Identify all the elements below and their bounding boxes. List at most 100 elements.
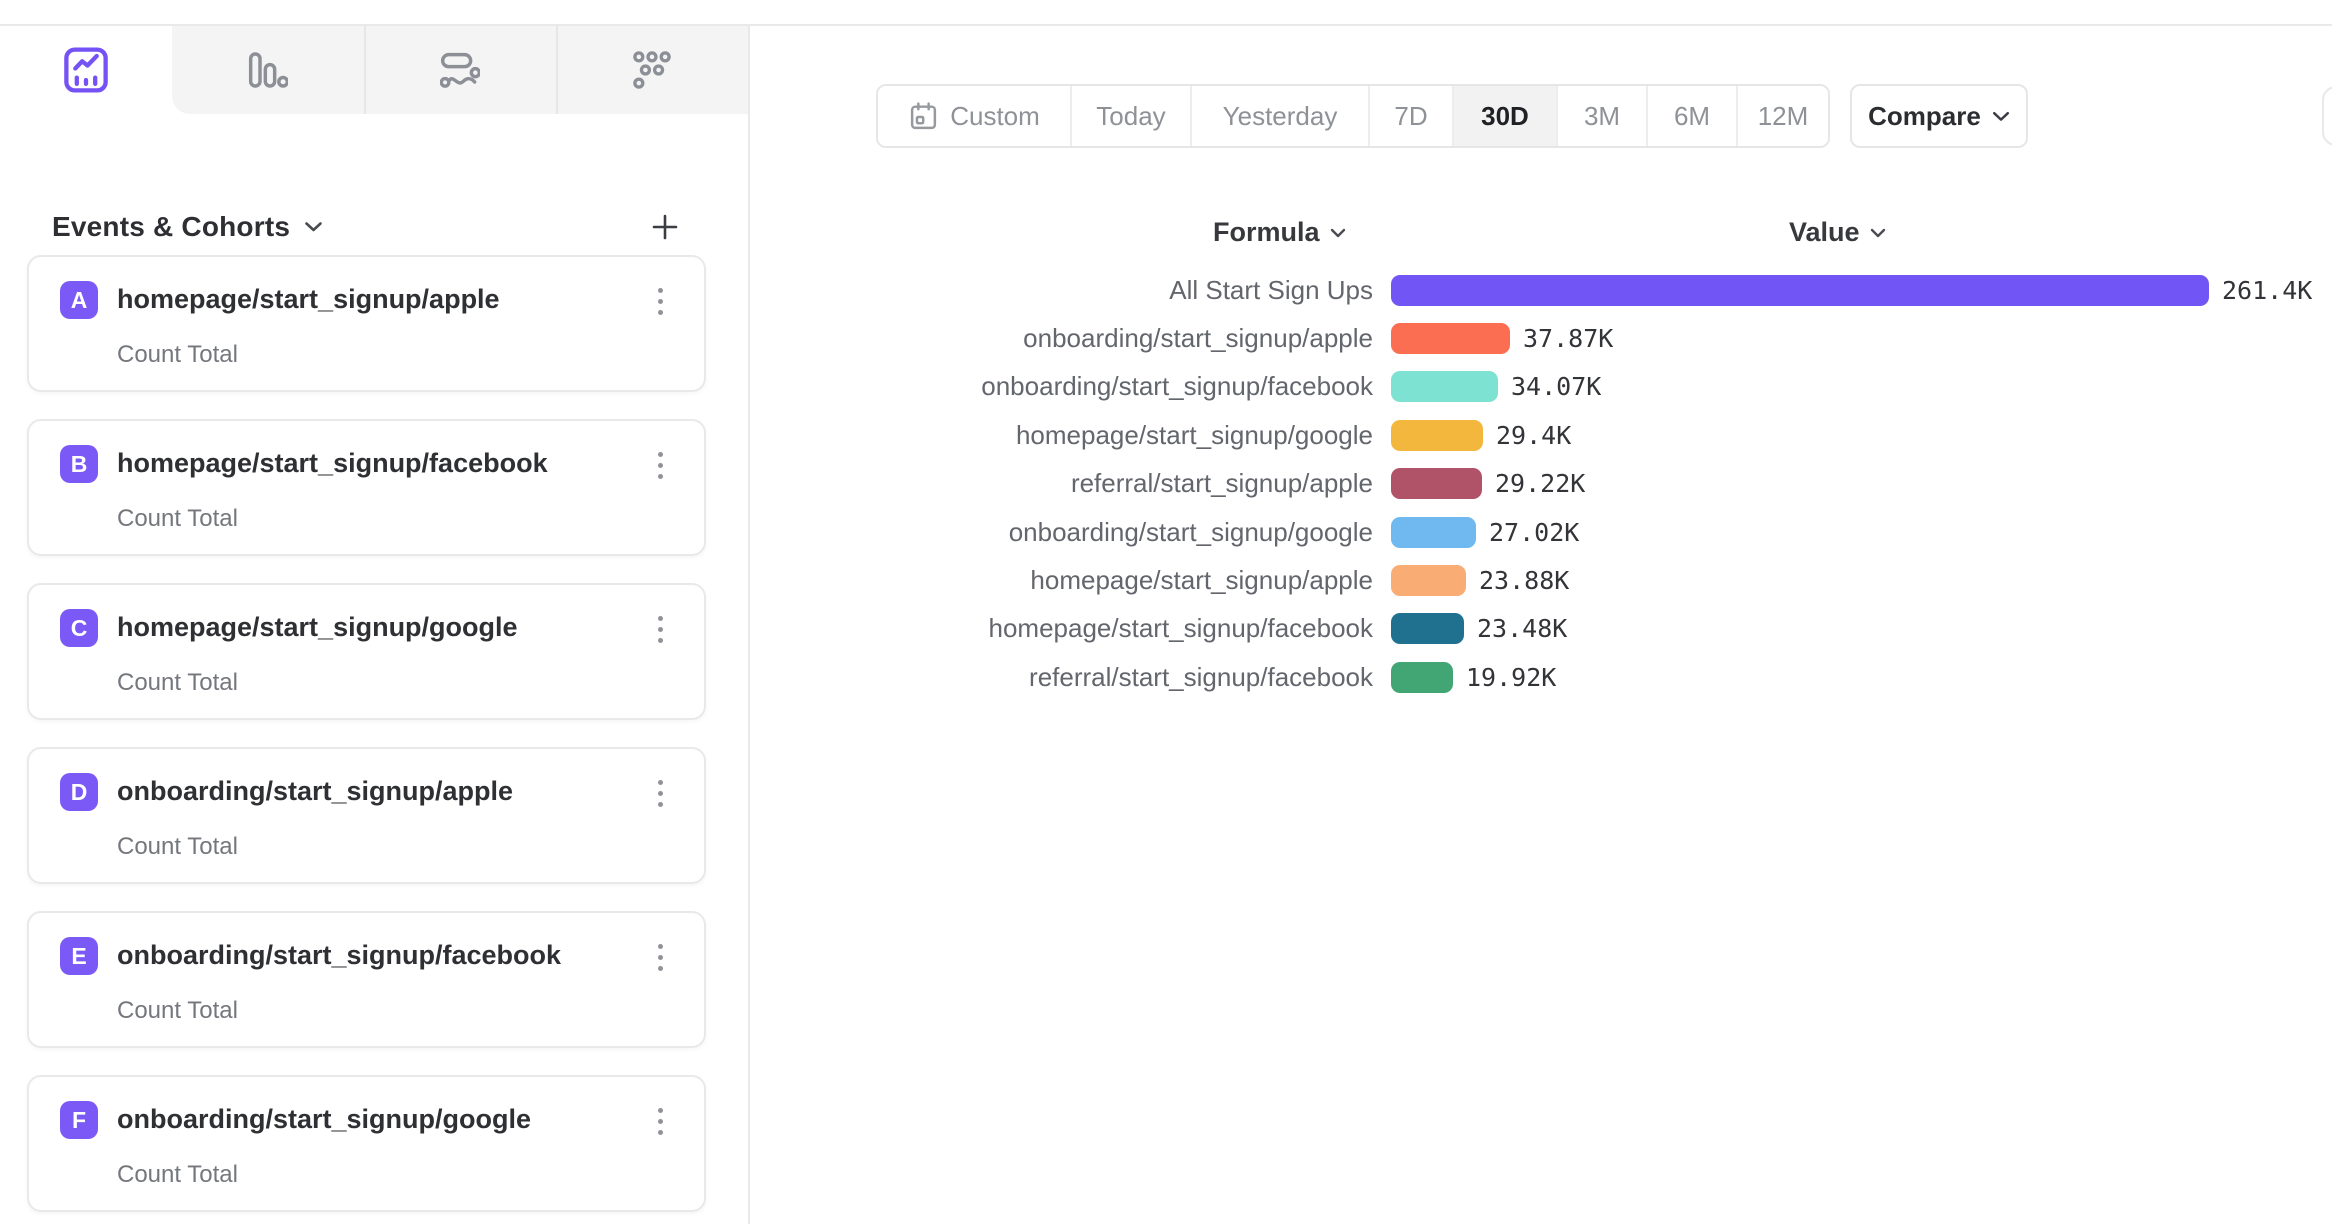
chart-row-label: onboarding/start_signup/facebook — [930, 371, 1373, 402]
value-column-header[interactable]: Value — [1789, 217, 1886, 248]
value-header-label: Value — [1789, 217, 1860, 248]
tab-retention[interactable] — [556, 26, 748, 114]
event-card[interactable]: F onboarding/start_signup/google Count T… — [27, 1075, 706, 1212]
date-range-option-label: 30D — [1481, 101, 1529, 132]
chart-row-label: All Start Sign Ups — [930, 275, 1373, 306]
date-range-option-label: 7D — [1394, 101, 1427, 132]
kebab-menu-button[interactable] — [640, 1097, 680, 1145]
add-event-button[interactable] — [642, 204, 688, 250]
date-range-option-today[interactable]: Today — [1072, 86, 1192, 146]
kebab-menu-button[interactable] — [640, 277, 680, 325]
event-card[interactable]: E onboarding/start_signup/facebook Count… — [27, 911, 706, 1048]
chart-row-value: 34.07K — [1511, 372, 1601, 401]
kebab-menu-button[interactable] — [640, 605, 680, 653]
chart-row-value: 23.88K — [1479, 566, 1569, 595]
formula-header-label: Formula — [1213, 217, 1320, 248]
event-card[interactable]: A homepage/start_signup/apple Count Tota… — [27, 255, 706, 392]
chart-row: referral/start_signup/apple 29.22K — [930, 460, 2312, 508]
chart-row-value: 29.4K — [1496, 421, 1571, 450]
chevron-down-icon — [1870, 228, 1886, 238]
chart-row: homepage/start_signup/apple 23.88K — [930, 556, 2312, 604]
chevron-down-icon — [304, 221, 323, 233]
chart-bar[interactable] — [1391, 420, 1483, 451]
chevron-down-icon — [1330, 228, 1346, 238]
formula-column-header[interactable]: Formula — [1213, 217, 1346, 248]
insights-report-page: Events & Cohorts A homepage/start_signup… — [0, 0, 2332, 1224]
event-name: homepage/start_signup/facebook — [117, 448, 548, 479]
chart-row-label: onboarding/start_signup/apple — [930, 323, 1373, 354]
chart-row-label: homepage/start_signup/google — [930, 420, 1373, 451]
date-range-option-7d[interactable]: 7D — [1370, 86, 1454, 146]
line-chart-icon — [63, 46, 109, 94]
event-name: onboarding/start_signup/google — [117, 1104, 531, 1135]
events-cohorts-header[interactable]: Events & Cohorts — [52, 204, 692, 250]
chart-row: All Start Sign Ups 261.4K — [930, 266, 2312, 314]
tab-bar-chart[interactable] — [172, 26, 364, 114]
event-card[interactable]: C homepage/start_signup/google Count Tot… — [27, 583, 706, 720]
tab-flows[interactable] — [364, 26, 556, 114]
chart-bar[interactable] — [1391, 613, 1464, 644]
date-range-option-3m[interactable]: 3M — [1558, 86, 1648, 146]
report-type-tabstrip — [0, 26, 748, 114]
kebab-menu-button[interactable] — [640, 933, 680, 981]
date-range-option-yesterday[interactable]: Yesterday — [1192, 86, 1370, 146]
date-range-option-custom[interactable]: Custom — [878, 86, 1072, 146]
event-metric: Count Total — [117, 669, 238, 697]
flow-chart-icon — [440, 52, 480, 88]
chart-row-value: 29.22K — [1495, 469, 1585, 498]
chart-bar[interactable] — [1391, 275, 2209, 306]
chart-row: onboarding/start_signup/apple 37.87K — [930, 314, 2312, 362]
compare-label: Compare — [1868, 101, 1981, 132]
chart-bar[interactable] — [1391, 662, 1453, 693]
chart-row-label: homepage/start_signup/apple — [930, 565, 1373, 596]
event-metric: Count Total — [117, 341, 238, 369]
compare-button[interactable]: Compare — [1850, 84, 2028, 148]
event-letter-badge: B — [60, 445, 98, 483]
event-name: onboarding/start_signup/apple — [117, 776, 513, 807]
chart-row-label: homepage/start_signup/facebook — [930, 613, 1373, 644]
date-range-option-6m[interactable]: 6M — [1648, 86, 1738, 146]
kebab-menu-button[interactable] — [640, 769, 680, 817]
chart-row-value: 261.4K — [2222, 276, 2312, 305]
clipped-edge-button[interactable] — [2322, 86, 2332, 146]
chart-bar[interactable] — [1391, 323, 1510, 354]
chart-bar[interactable] — [1391, 371, 1498, 402]
event-metric: Count Total — [117, 833, 238, 861]
chart-row-value: 27.02K — [1489, 518, 1579, 547]
bar-chart-icon — [248, 52, 288, 88]
chart-row: homepage/start_signup/facebook 23.48K — [930, 605, 2312, 653]
date-range-option-label: Yesterday — [1223, 101, 1338, 132]
date-range-option-12m[interactable]: 12M — [1738, 86, 1828, 146]
horizontal-bar-chart: All Start Sign Ups 261.4K onboarding/sta… — [930, 266, 2312, 702]
calendar-icon — [908, 101, 939, 132]
event-metric: Count Total — [117, 997, 238, 1025]
chart-row: homepage/start_signup/google 29.4K — [930, 411, 2312, 459]
event-letter-badge: A — [60, 281, 98, 319]
event-name: homepage/start_signup/google — [117, 612, 518, 643]
event-card[interactable]: D onboarding/start_signup/apple Count To… — [27, 747, 706, 884]
plus-icon — [649, 211, 681, 243]
chart-row-label: referral/start_signup/apple — [930, 468, 1373, 499]
chart-row-label: referral/start_signup/facebook — [930, 662, 1373, 693]
date-range-option-label: Today — [1096, 101, 1165, 132]
date-range-option-label: 12M — [1758, 101, 1809, 132]
event-letter-badge: F — [60, 1101, 98, 1139]
chart-bar[interactable] — [1391, 468, 1482, 499]
date-range-option-30d[interactable]: 30D — [1454, 86, 1558, 146]
chart-bar[interactable] — [1391, 517, 1476, 548]
date-range-picker: Custom Today Yesterday — [876, 84, 1830, 148]
query-builder-sidebar: Events & Cohorts A homepage/start_signup… — [0, 26, 750, 1224]
event-name: homepage/start_signup/apple — [117, 284, 500, 315]
event-metric: Count Total — [117, 1161, 238, 1189]
chart-row-label: onboarding/start_signup/google — [930, 517, 1373, 548]
event-metric: Count Total — [117, 505, 238, 533]
event-letter-badge: E — [60, 937, 98, 975]
chart-row-value: 23.48K — [1477, 614, 1567, 643]
tab-insights[interactable] — [0, 26, 172, 114]
chart-bar[interactable] — [1391, 565, 1466, 596]
chart-row: referral/start_signup/facebook 19.92K — [930, 653, 2312, 701]
date-range-option-label: 6M — [1674, 101, 1710, 132]
event-card[interactable]: B homepage/start_signup/facebook Count T… — [27, 419, 706, 556]
kebab-menu-button[interactable] — [640, 441, 680, 489]
chevron-down-icon — [1992, 111, 2010, 122]
